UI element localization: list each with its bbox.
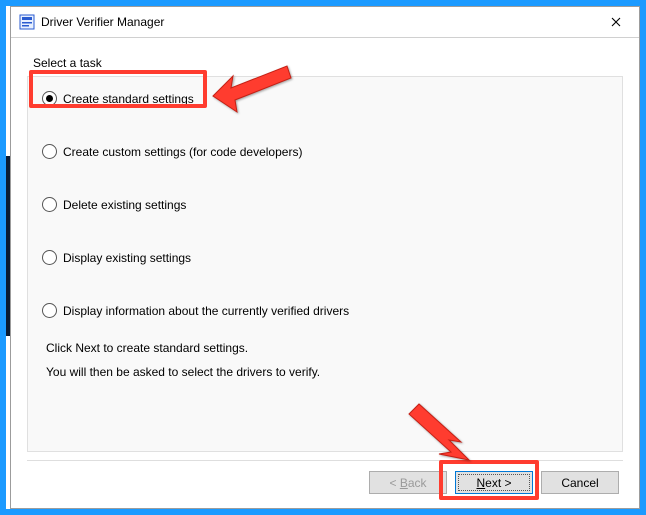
radio-icon: [42, 303, 57, 318]
close-icon: [611, 17, 621, 27]
radio-label: Delete existing settings: [63, 198, 186, 212]
radio-label: Display existing settings: [63, 251, 191, 265]
help-text: Click Next to create standard settings. …: [46, 336, 608, 384]
help-line: Click Next to create standard settings.: [46, 336, 608, 360]
radio-display-current[interactable]: Display information about the currently …: [42, 303, 608, 318]
close-button[interactable]: [593, 7, 639, 37]
help-line: You will then be asked to select the dri…: [46, 360, 608, 384]
radio-icon: [42, 250, 57, 265]
radio-icon: [42, 91, 57, 106]
button-label: Cancel: [561, 476, 598, 490]
wizard-buttons: < Back Next > Cancel: [27, 471, 623, 494]
radio-delete-existing[interactable]: Delete existing settings: [42, 197, 608, 212]
back-button: < Back: [369, 471, 447, 494]
radio-create-standard[interactable]: Create standard settings: [42, 91, 608, 106]
radio-label: Create custom settings (for code develop…: [63, 145, 302, 159]
radio-icon: [42, 197, 57, 212]
separator: [27, 460, 623, 461]
app-icon: [19, 14, 35, 30]
dialog-body: Select a task Create standard settings C…: [11, 38, 639, 508]
radio-display-existing[interactable]: Display existing settings: [42, 250, 608, 265]
dialog-window: Driver Verifier Manager Select a task Cr…: [10, 6, 640, 509]
title-bar: Driver Verifier Manager: [11, 7, 639, 38]
button-label: Next >: [476, 476, 511, 490]
next-button[interactable]: Next >: [455, 471, 533, 494]
task-prompt: Select a task: [33, 56, 623, 70]
radio-create-custom[interactable]: Create custom settings (for code develop…: [42, 144, 608, 159]
button-label: < Back: [389, 476, 426, 490]
radio-label: Create standard settings: [63, 92, 194, 106]
window-title: Driver Verifier Manager: [41, 15, 164, 29]
task-group: Create standard settings Create custom s…: [27, 76, 623, 452]
radio-label: Display information about the currently …: [63, 304, 349, 318]
cancel-button[interactable]: Cancel: [541, 471, 619, 494]
radio-icon: [42, 144, 57, 159]
